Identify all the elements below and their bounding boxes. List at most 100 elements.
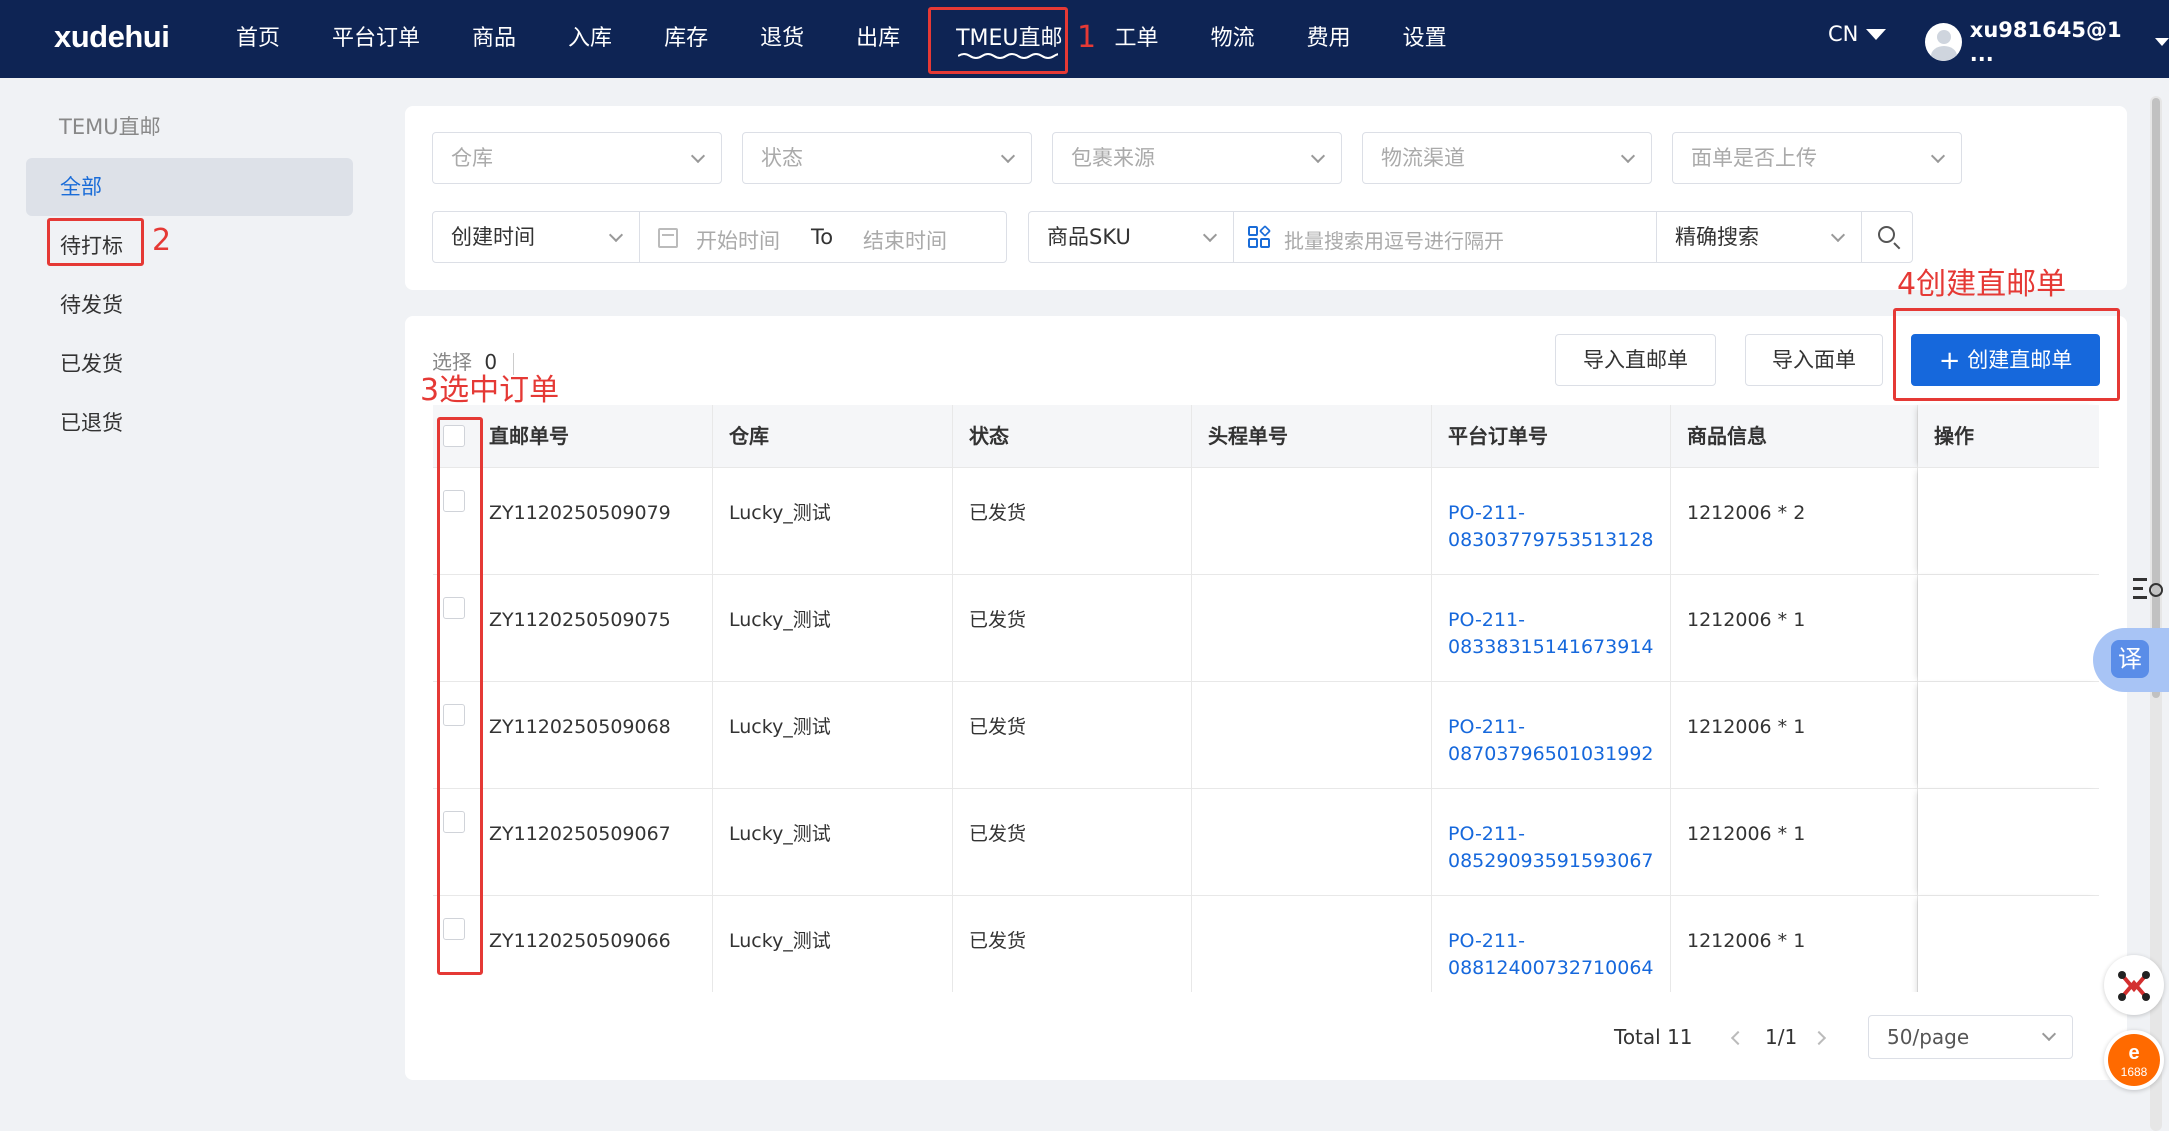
nav-item-inbound[interactable]: 入库 [542, 0, 638, 78]
nav-item-products[interactable]: 商品 [446, 0, 542, 78]
chevron-down-icon [1830, 227, 1846, 243]
logistics-channel-select[interactable]: 物流渠道 [1362, 132, 1652, 184]
platform-order-number[interactable]: 08303779753513128 [1448, 527, 1670, 554]
annotation-1: 1 [1077, 20, 1097, 55]
platform-order-number[interactable]: 08812400732710064 [1448, 955, 1670, 982]
package-source-select[interactable]: 包裹来源 [1052, 132, 1342, 184]
table-row: ZY1120250509066 Lucky_测试 已发货 PO-211- 0881240… [433, 896, 2099, 992]
nav-item-work-orders[interactable]: 工单 [1085, 0, 1185, 78]
svg-text:1688: 1688 [2121, 1065, 2148, 1079]
label-uploaded-placeholder: 面单是否上传 [1691, 146, 1817, 170]
column-header-platform-order: 平台订单号 [1432, 405, 1671, 468]
list-search-icon[interactable] [2133, 575, 2169, 605]
sidebar-item-shipped[interactable]: 已发货 [26, 335, 353, 393]
platform-order-number[interactable]: 08338315141673914 [1448, 634, 1670, 661]
network-plugin-icon[interactable] [2104, 955, 2164, 1015]
cell-first-leg [1192, 896, 1432, 992]
translate-widget[interactable]: 译 [2093, 628, 2169, 692]
date-range-picker[interactable]: 开始时间 To 结束时间 [639, 211, 1007, 263]
cell-warehouse: Lucky_测试 [713, 682, 953, 789]
nav-item-fees[interactable]: 费用 [1281, 0, 1377, 78]
user-name: xu981645@1 ... [1969, 18, 2122, 66]
table-row: ZY1120250509079 Lucky_测试 已发货 PO-211- 0830377… [433, 468, 2099, 575]
cell-first-leg [1192, 468, 1432, 575]
cell-actions [1918, 896, 2099, 992]
language-selector[interactable]: CN [1828, 22, 1887, 46]
search-button[interactable] [1861, 211, 1913, 263]
nav-item-outbound[interactable]: 出库 [830, 0, 926, 78]
sidebar-item-all[interactable]: 全部 [26, 158, 353, 216]
table-body: ZY1120250509079 Lucky_测试 已发货 PO-211- 0830377… [433, 468, 2099, 992]
status-select[interactable]: 状态 [742, 132, 1032, 184]
status-select-placeholder: 状态 [761, 146, 803, 170]
cell-platform-order[interactable]: PO-211- 08812400732710064 [1432, 896, 1671, 992]
cell-goods: 1212006 * 1 [1671, 896, 1918, 992]
avatar [1925, 23, 1962, 61]
warehouse-select[interactable]: 仓库 [432, 132, 722, 184]
chevron-down-icon [608, 227, 624, 243]
platform-order-number[interactable]: 08703796501031992 [1448, 741, 1670, 768]
cell-first-leg [1192, 789, 1432, 896]
annotation-box-4 [1893, 308, 2120, 401]
platform-order-prefix[interactable]: PO-211- [1448, 714, 1670, 741]
batch-grid-icon [1248, 224, 1272, 250]
cell-goods: 1212006 * 1 [1671, 789, 1918, 896]
platform-order-number[interactable]: 08529093591593067 [1448, 848, 1670, 875]
translate-icon: 译 [2111, 640, 2149, 678]
platform-order-prefix[interactable]: PO-211- [1448, 500, 1670, 527]
column-header-actions: 操作 [1918, 405, 2099, 468]
chevron-down-icon [1930, 148, 1946, 164]
svg-text:e: e [2128, 1042, 2139, 1064]
calendar-icon [658, 228, 678, 248]
annotation-box-2 [47, 218, 144, 266]
cell-platform-order[interactable]: PO-211- 08703796501031992 [1432, 682, 1671, 789]
caret-down-icon [2155, 38, 2169, 46]
match-mode-value: 精确搜索 [1675, 225, 1759, 249]
label-uploaded-select[interactable]: 面单是否上传 [1672, 132, 1962, 184]
import-label-button[interactable]: 导入面单 [1745, 334, 1883, 386]
user-menu[interactable]: xu981645@1 ... [1925, 18, 2169, 66]
chevron-down-icon [690, 148, 706, 164]
nav-item-home[interactable]: 首页 [210, 0, 306, 78]
nav-item-settings[interactable]: 设置 [1377, 0, 1473, 78]
time-type-select[interactable]: 创建时间 [432, 211, 640, 263]
cell-status: 已发货 [953, 575, 1192, 682]
import-direct-order-button[interactable]: 导入直邮单 [1555, 334, 1716, 386]
platform-order-prefix[interactable]: PO-211- [1448, 928, 1670, 955]
chevron-down-icon [1000, 148, 1016, 164]
cell-direct-no: ZY1120250509075 [473, 575, 713, 682]
nav-item-logistics[interactable]: 物流 [1185, 0, 1281, 78]
end-date-input[interactable]: 结束时间 [863, 225, 947, 255]
annotation-box-3 [437, 417, 483, 975]
cell-platform-order[interactable]: PO-211- 08338315141673914 [1432, 575, 1671, 682]
match-mode-select[interactable]: 精确搜索 [1656, 211, 1862, 263]
app-logo[interactable]: xudehui [54, 19, 170, 55]
sidebar-title: TEMU直邮 [59, 115, 161, 139]
cell-status: 已发货 [953, 896, 1192, 992]
sidebar-item-returned[interactable]: 已退货 [26, 394, 353, 452]
batch-search-input[interactable]: 批量搜索用逗号进行隔开 [1233, 211, 1657, 263]
chevron-down-icon [1310, 148, 1326, 164]
start-date-input[interactable]: 开始时间 [696, 225, 780, 255]
cell-actions [1918, 468, 2099, 575]
cell-platform-order[interactable]: PO-211- 08303779753513128 [1432, 468, 1671, 575]
annotation-box-1 [928, 7, 1068, 74]
time-type-value: 创建时间 [451, 225, 535, 249]
cell-warehouse: Lucky_测试 [713, 468, 953, 575]
1688-plugin-icon[interactable]: e 1688 [2104, 1030, 2164, 1090]
cell-platform-order[interactable]: PO-211- 08529093591593067 [1432, 789, 1671, 896]
nav-item-platform-orders[interactable]: 平台订单 [306, 0, 446, 78]
cell-warehouse: Lucky_测试 [713, 575, 953, 682]
caret-down-icon [1866, 28, 1887, 40]
nav-item-inventory[interactable]: 库存 [638, 0, 734, 78]
nav-item-returns[interactable]: 退货 [734, 0, 830, 78]
cell-direct-no: ZY1120250509067 [473, 789, 713, 896]
sidebar-item-pending-ship[interactable]: 待发货 [26, 276, 353, 334]
scrollbar-thumb[interactable] [2152, 98, 2160, 698]
platform-order-prefix[interactable]: PO-211- [1448, 821, 1670, 848]
sku-type-select[interactable]: 商品SKU [1028, 211, 1234, 263]
batch-search-placeholder: 批量搜索用逗号进行隔开 [1284, 229, 1504, 253]
platform-order-prefix[interactable]: PO-211- [1448, 607, 1670, 634]
page-size-select[interactable]: 50/page [1868, 1015, 2073, 1059]
cell-actions [1918, 682, 2099, 789]
